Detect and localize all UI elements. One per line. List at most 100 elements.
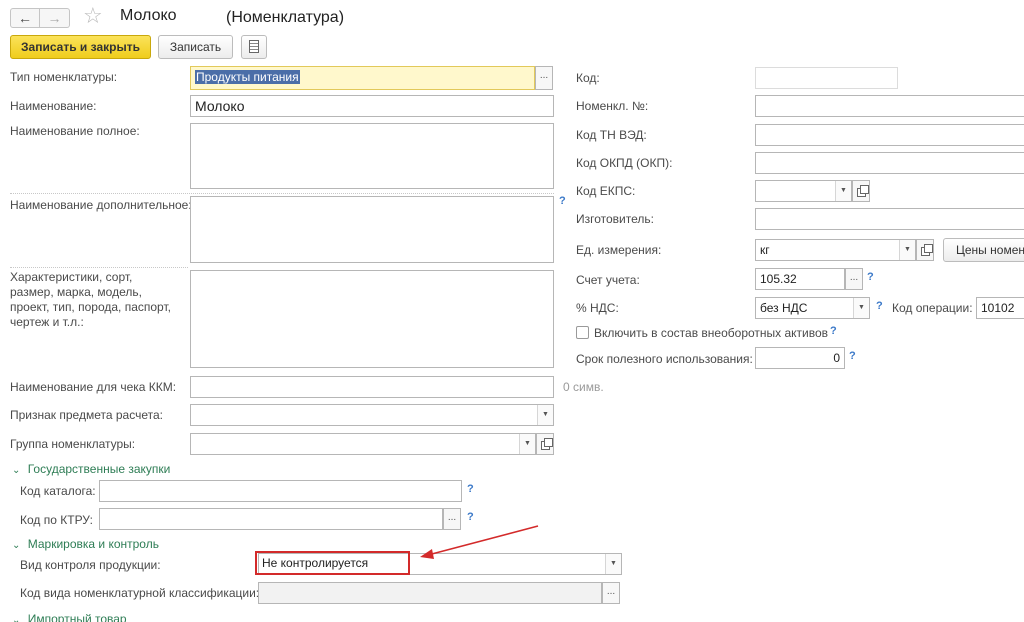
okpd-label: Код ОКПД (ОКП): xyxy=(576,156,673,170)
chevron-down-icon[interactable]: ▼ xyxy=(537,405,553,425)
type-label: Тип номенклатуры: xyxy=(10,70,118,84)
gos-group-header[interactable]: ⌄ Государственные закупки xyxy=(12,462,170,476)
group-field[interactable]: ▼ xyxy=(190,433,536,455)
life-field[interactable]: 0 xyxy=(755,347,845,369)
ekps-field[interactable]: ▼ xyxy=(755,180,852,202)
kkm-counter: 0 симв. xyxy=(563,380,604,394)
extra-name-help[interactable]: ? xyxy=(559,195,566,207)
marking-group-header[interactable]: ⌄ Маркировка и контроль xyxy=(12,537,159,551)
import-group-title: Импортный товар xyxy=(27,612,127,622)
maker-field[interactable] xyxy=(755,208,1024,230)
chevron-down-icon: ⌄ xyxy=(12,465,21,476)
account-help[interactable]: ? xyxy=(867,271,874,283)
marking-group-title: Маркировка и контроль xyxy=(27,537,159,551)
control-value-highlight: Не контролируется xyxy=(255,551,410,575)
nomnum-field[interactable] xyxy=(755,95,1024,117)
vat-field[interactable]: без НДС ▼ xyxy=(755,297,870,319)
opcode-field[interactable]: 10102 xyxy=(976,297,1024,319)
fixed-assets-checkbox[interactable] xyxy=(576,326,589,339)
account-label: Счет учета: xyxy=(576,273,640,287)
name-value: Молоко xyxy=(195,98,245,114)
window-subtitle: (Номенклатура) xyxy=(226,9,345,26)
document-list-button[interactable] xyxy=(241,35,267,59)
chevron-down-icon[interactable]: ▼ xyxy=(605,554,621,574)
back-button[interactable]: ← xyxy=(10,8,40,28)
ktru-field[interactable] xyxy=(99,508,443,530)
tnved-label: Код ТН ВЭД: xyxy=(576,128,647,142)
type-field[interactable]: Продукты питания xyxy=(190,66,535,90)
group-label: Группа номенклатуры: xyxy=(10,437,136,451)
open-group-icon[interactable] xyxy=(536,433,554,455)
chevron-down-icon: ⌄ xyxy=(12,540,21,551)
window-title: Молоко xyxy=(120,7,177,24)
account-value: 105.32 xyxy=(760,272,797,286)
import-group-header[interactable]: ⌄ Импортный товар xyxy=(12,612,127,622)
annotation-arrow xyxy=(420,525,539,559)
ekps-label: Код ЕКПС: xyxy=(576,184,636,198)
chevron-down-icon[interactable]: ▼ xyxy=(835,181,851,201)
open-ekps-icon[interactable] xyxy=(852,180,870,202)
extra-name-label: Наименование дополнительное: xyxy=(10,198,192,212)
account-select-button[interactable]: ... xyxy=(845,268,863,290)
life-label: Срок полезного использования: xyxy=(576,352,753,366)
catalog-label: Код каталога: xyxy=(20,484,96,498)
arrow-left-icon: ← xyxy=(18,10,32,26)
life-help[interactable]: ? xyxy=(849,350,856,362)
catalog-help[interactable]: ? xyxy=(467,483,474,495)
opcode-label: Код операции: xyxy=(892,301,973,315)
chevron-down-icon: ⌄ xyxy=(12,615,21,622)
fullname-label: Наименование полное: xyxy=(10,124,140,138)
control-label: Вид контроля продукции: xyxy=(20,558,161,572)
chevron-down-icon[interactable]: ▼ xyxy=(899,240,915,260)
code-label: Код: xyxy=(576,71,600,85)
name-label: Наименование: xyxy=(10,99,97,113)
fixed-assets-label: Включить в состав внеоборотных активов xyxy=(594,326,829,340)
fullname-textarea[interactable] xyxy=(190,123,554,189)
classifier-select-button[interactable]: ... xyxy=(602,582,620,604)
arrow-right-icon: → xyxy=(47,10,62,26)
life-value: 0 xyxy=(833,351,840,365)
save-button[interactable]: Записать xyxy=(158,35,233,59)
extra-name-textarea[interactable] xyxy=(190,196,554,263)
gos-group-title: Государственные закупки xyxy=(27,462,171,476)
prices-label: Цены номенклатуры xyxy=(956,243,1024,257)
catalog-field[interactable] xyxy=(99,480,462,502)
open-unit-icon[interactable] xyxy=(916,239,934,261)
fixed-assets-help[interactable]: ? xyxy=(830,325,837,337)
type-select-button[interactable]: ... xyxy=(535,66,553,90)
okpd-field[interactable] xyxy=(755,152,1024,174)
kkm-field[interactable] xyxy=(190,376,554,398)
divider xyxy=(10,193,554,194)
name-field[interactable]: Молоко xyxy=(190,95,554,117)
tnved-field[interactable] xyxy=(755,124,1024,146)
type-value: Продукты питания xyxy=(195,70,300,84)
save-and-close-button[interactable]: Записать и закрыть xyxy=(10,35,151,59)
payment-subject-label: Признак предмета расчета: xyxy=(10,408,163,422)
characteristics-label: Характеристики, сорт, размер, марка, мод… xyxy=(10,270,171,329)
vat-value: без НДС xyxy=(760,301,808,315)
payment-subject-field[interactable]: ▼ xyxy=(190,404,554,426)
ktru-label: Код по КТРУ: xyxy=(20,513,93,527)
unit-label: Ед. измерения: xyxy=(576,243,662,257)
unit-field[interactable]: кг ▼ xyxy=(755,239,916,261)
characteristics-textarea[interactable] xyxy=(190,270,554,368)
forward-button[interactable]: → xyxy=(40,8,70,28)
maker-label: Изготовитель: xyxy=(576,212,654,226)
code-field[interactable] xyxy=(755,67,898,89)
account-field[interactable]: 105.32 xyxy=(755,268,845,290)
divider xyxy=(10,267,188,268)
vat-help[interactable]: ? xyxy=(876,300,883,312)
classifier-label: Код вида номенклатурной классификации: xyxy=(20,586,260,600)
chevron-down-icon[interactable]: ▼ xyxy=(519,434,535,454)
nomnum-label: Номенкл. №: xyxy=(576,99,649,113)
kkm-label: Наименование для чека ККМ: xyxy=(10,380,177,394)
chevron-down-icon[interactable]: ▼ xyxy=(853,298,869,318)
control-value: Не контролируется xyxy=(262,556,369,570)
opcode-value: 10102 xyxy=(981,301,1015,315)
classifier-field[interactable] xyxy=(258,582,602,604)
document-list-icon xyxy=(249,40,259,53)
vat-label: % НДС: xyxy=(576,301,619,315)
star-icon[interactable]: ☆ xyxy=(83,3,103,29)
unit-value: кг xyxy=(760,243,770,257)
prices-button[interactable]: Цены номенклатуры xyxy=(943,238,1024,262)
